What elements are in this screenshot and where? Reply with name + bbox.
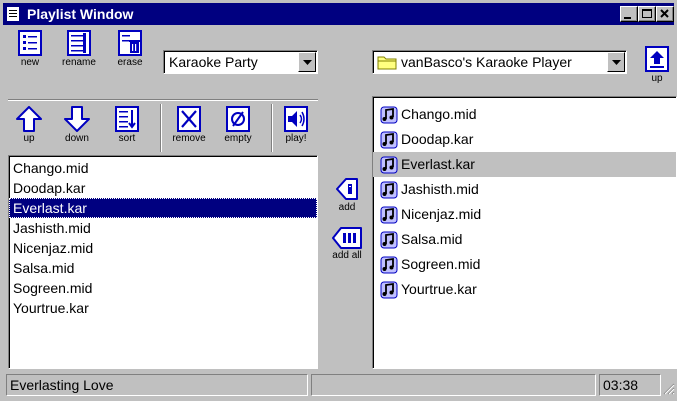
remove-button[interactable]: remove	[165, 106, 213, 144]
playlist-item[interactable]: Jashisth.mid	[9, 218, 317, 238]
midi-file-icon	[380, 231, 398, 249]
play-speaker-icon	[284, 106, 308, 132]
close-icon	[660, 9, 669, 18]
file-list[interactable]: Chango.mid Doodap.kar Everlast.kar Jashi…	[372, 96, 677, 369]
folder-up-button[interactable]: up	[640, 46, 674, 84]
playlist-select-value: Karaoke Party	[169, 54, 258, 70]
midi-file-icon	[380, 281, 398, 299]
folder-up-label: up	[651, 73, 663, 84]
maximize-button[interactable]	[638, 6, 656, 22]
play-button[interactable]: play!	[280, 106, 312, 144]
remove-label: remove	[172, 133, 206, 144]
toolbar-separator	[160, 104, 162, 152]
new-button[interactable]: new	[15, 30, 45, 68]
move-down-button[interactable]: down	[59, 106, 95, 144]
midi-file-icon	[380, 156, 398, 174]
midi-file-icon	[380, 181, 398, 199]
folder-up-icon	[645, 46, 669, 72]
sort-label: sort	[118, 133, 136, 144]
file-item[interactable]: Salsa.mid	[373, 227, 676, 252]
folder-icon	[377, 56, 397, 70]
status-time: 03:38	[603, 377, 639, 393]
add-all-arrow-icon	[332, 227, 362, 249]
status-time-panel: 03:38	[599, 374, 661, 396]
status-song-title: Everlasting Love	[10, 377, 114, 393]
empty-button[interactable]: empty	[218, 106, 258, 144]
playlist-select[interactable]: Karaoke Party	[163, 50, 318, 74]
add-all-label: add all	[332, 250, 362, 261]
empty-icon	[226, 106, 250, 132]
minimize-button[interactable]	[620, 6, 638, 22]
toolbar-divider	[8, 99, 318, 101]
arrow-up-icon	[16, 106, 42, 132]
midi-file-icon	[380, 256, 398, 274]
add-button[interactable]: add	[327, 177, 367, 213]
file-item-highlighted[interactable]: Everlast.kar	[373, 152, 676, 177]
file-item-label: Yourtrue.kar	[401, 281, 477, 297]
rename-playlist-icon	[67, 30, 91, 56]
window-title: Playlist Window	[27, 6, 134, 22]
file-item-label: Salsa.mid	[401, 231, 463, 247]
file-item[interactable]: Chango.mid	[373, 102, 676, 127]
erase-playlist-icon	[118, 30, 142, 56]
file-item[interactable]: Doodap.kar	[373, 127, 676, 152]
window-menu-icon[interactable]	[7, 7, 19, 21]
erase-button[interactable]: erase	[113, 30, 147, 68]
file-item-label: Jashisth.mid	[401, 181, 479, 197]
add-label: add	[338, 202, 356, 213]
file-item-label: Everlast.kar	[401, 156, 475, 172]
minimize-icon	[624, 17, 631, 19]
toolbar-separator-2	[271, 104, 273, 152]
play-label: play!	[285, 133, 307, 144]
midi-file-icon	[380, 131, 398, 149]
playlist-item[interactable]: Chango.mid	[9, 158, 317, 178]
file-item[interactable]: Jashisth.mid	[373, 177, 676, 202]
file-item[interactable]: Nicenjaz.mid	[373, 202, 676, 227]
file-item-label: Sogreen.mid	[401, 256, 481, 272]
playlist-item-selected[interactable]: Everlast.kar	[9, 198, 317, 218]
remove-icon	[177, 106, 201, 132]
file-item[interactable]: Yourtrue.kar	[373, 277, 676, 302]
sort-icon	[115, 106, 139, 132]
playlist-item[interactable]: Sogreen.mid	[9, 278, 317, 298]
playlist-window: Playlist Window new rename erase Karaoke…	[0, 0, 677, 401]
folder-select-dropdown-button[interactable]	[607, 52, 625, 72]
playlist-item[interactable]: Yourtrue.kar	[9, 298, 317, 318]
title-bar[interactable]: Playlist Window	[3, 3, 674, 25]
add-all-button[interactable]: add all	[324, 227, 370, 261]
chevron-down-icon	[612, 60, 621, 65]
playlist-item[interactable]: Salsa.mid	[9, 258, 317, 278]
rename-label: rename	[62, 57, 96, 68]
folder-select-value: vanBasco's Karaoke Player	[401, 54, 572, 70]
playlist-select-dropdown-button[interactable]	[298, 52, 316, 72]
file-item[interactable]: Sogreen.mid	[373, 252, 676, 277]
new-playlist-icon	[18, 30, 42, 56]
status-middle-panel	[311, 374, 596, 396]
down-label: down	[65, 133, 89, 144]
file-item-label: Nicenjaz.mid	[401, 206, 482, 222]
chevron-down-icon	[303, 60, 312, 65]
folder-select[interactable]: vanBasco's Karaoke Player	[372, 50, 627, 74]
file-item-label: Doodap.kar	[401, 131, 474, 147]
playlist-item[interactable]: Nicenjaz.mid	[9, 238, 317, 258]
playlist-list[interactable]: Chango.mid Doodap.kar Everlast.kar Jashi…	[8, 155, 318, 369]
maximize-icon	[642, 9, 652, 18]
midi-file-icon	[380, 106, 398, 124]
new-label: new	[20, 57, 40, 68]
playlist-item[interactable]: Doodap.kar	[9, 178, 317, 198]
sort-button[interactable]: sort	[112, 106, 142, 144]
resize-grip-icon[interactable]	[663, 383, 675, 395]
rename-button[interactable]: rename	[59, 30, 99, 68]
move-up-button[interactable]: up	[15, 106, 43, 144]
up-label: up	[23, 133, 35, 144]
status-song-panel: Everlasting Love	[6, 374, 308, 396]
arrow-down-icon	[64, 106, 90, 132]
add-arrow-icon	[336, 178, 358, 200]
empty-label: empty	[224, 133, 252, 144]
erase-label: erase	[117, 57, 143, 68]
file-item-label: Chango.mid	[401, 106, 477, 122]
close-button[interactable]	[656, 6, 674, 22]
midi-file-icon	[380, 206, 398, 224]
